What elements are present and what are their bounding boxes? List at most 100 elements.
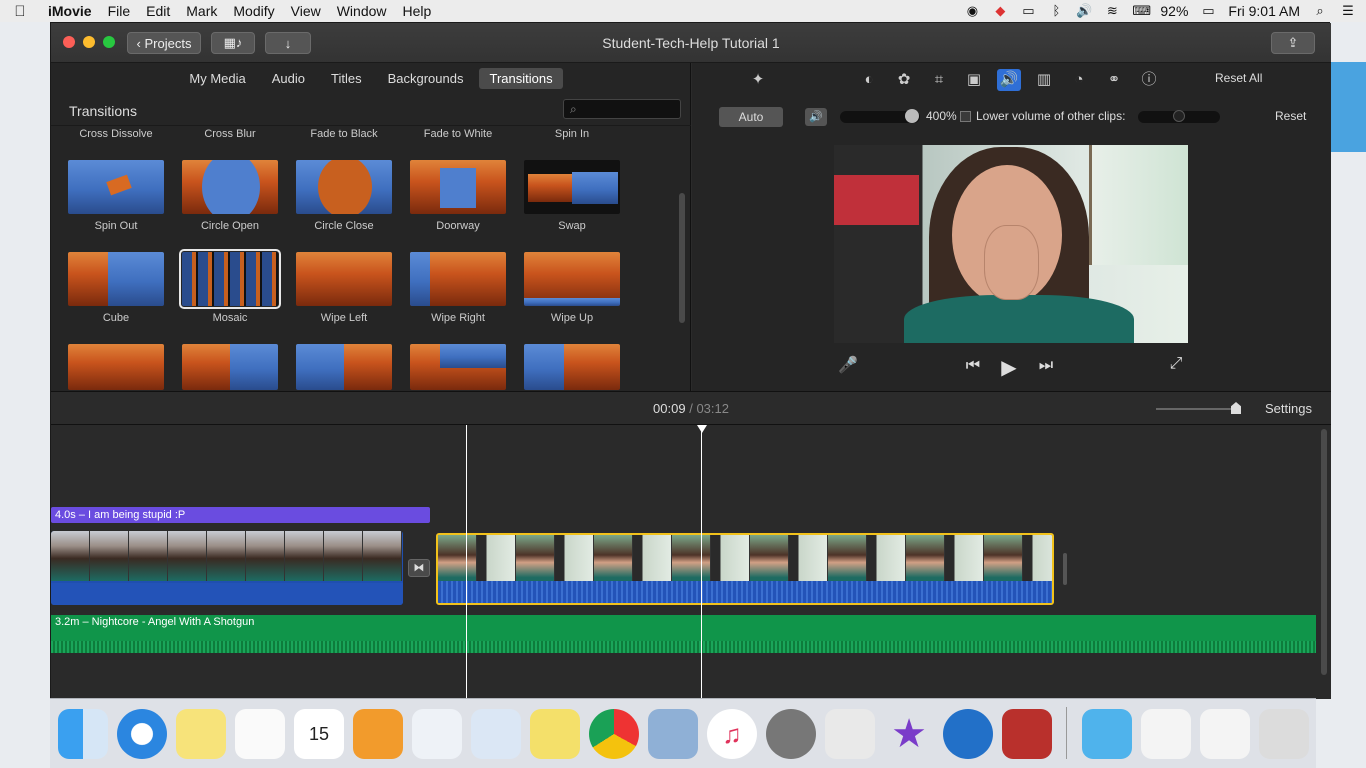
- transition-thumb-wipe-left[interactable]: [296, 252, 392, 306]
- color-palette-icon[interactable]: ✿: [892, 69, 916, 91]
- record-icon[interactable]: ◉: [964, 4, 980, 18]
- tab-audio[interactable]: Audio: [262, 68, 315, 89]
- calendar-icon[interactable]: 15: [294, 709, 344, 759]
- playhead-marker[interactable]: [697, 425, 707, 433]
- playhead[interactable]: [701, 425, 702, 699]
- speed-icon[interactable]: ◔: [1067, 69, 1091, 91]
- volume-tool-icon[interactable]: 🔊: [997, 69, 1021, 91]
- applications-folder-icon[interactable]: [1082, 709, 1132, 759]
- projects-button[interactable]: ‹ Projects: [127, 32, 201, 54]
- stickies-icon[interactable]: [530, 709, 580, 759]
- stabilization-icon[interactable]: ▣: [962, 69, 986, 91]
- minimize-window-button[interactable]: [83, 36, 95, 48]
- video-clip[interactable]: [51, 531, 403, 605]
- fullscreen-window-button[interactable]: [103, 36, 115, 48]
- tab-titles[interactable]: Titles: [321, 68, 372, 89]
- filter-icon[interactable]: ⚭: [1102, 69, 1126, 91]
- spotlight-icon[interactable]: ⌕: [1312, 4, 1328, 18]
- safari-icon[interactable]: [117, 709, 167, 759]
- menu-edit[interactable]: Edit: [138, 3, 178, 19]
- blank-document-icon[interactable]: [1200, 709, 1250, 759]
- selected-video-clip[interactable]: [436, 533, 1054, 605]
- video-preview[interactable]: [834, 145, 1188, 343]
- system-preferences-icon[interactable]: [766, 709, 816, 759]
- preview-app-icon[interactable]: [648, 709, 698, 759]
- info-icon[interactable]: ⓘ: [1137, 69, 1161, 91]
- apple-menu-icon[interactable]: : [0, 3, 40, 20]
- notes-icon[interactable]: [176, 709, 226, 759]
- timeline-scrollbar[interactable]: [1321, 429, 1327, 675]
- trash-icon[interactable]: [1259, 709, 1309, 759]
- import-button[interactable]: ↓: [265, 32, 311, 54]
- menu-mark[interactable]: Mark: [178, 3, 225, 19]
- photo-booth-icon[interactable]: [1002, 709, 1052, 759]
- color-balance-icon[interactable]: ◐: [857, 69, 881, 91]
- timeline[interactable]: 4.0s – I am being stupid :P ⧓ 3.2m – Nig…: [51, 425, 1331, 699]
- skip-forward-icon[interactable]: ⏭: [1037, 357, 1055, 375]
- battery-icon[interactable]: ▭: [1200, 4, 1216, 18]
- fullscreen-icon[interactable]: ⤢: [1166, 355, 1186, 373]
- transition-thumb[interactable]: [68, 344, 164, 390]
- keyboard-icon[interactable]: ⌨: [1132, 4, 1151, 18]
- pages-icon[interactable]: [353, 709, 403, 759]
- reset-button[interactable]: Reset: [1275, 109, 1306, 123]
- printer-icon[interactable]: [825, 709, 875, 759]
- volume-icon[interactable]: 🔊: [1076, 4, 1092, 18]
- play-icon[interactable]: ▶: [998, 355, 1020, 380]
- microphone-icon[interactable]: 🎤: [838, 355, 858, 375]
- notification-center-icon[interactable]: ☰: [1340, 4, 1356, 18]
- library-toggle-button[interactable]: ▦♪: [211, 32, 255, 54]
- equalizer-icon[interactable]: ▥: [1032, 69, 1056, 91]
- transition-thumb-cube[interactable]: [68, 252, 164, 306]
- lower-volume-checkbox[interactable]: [960, 111, 971, 122]
- transition-thumb-circle-close[interactable]: [296, 160, 392, 214]
- transition-thumb-circle-open[interactable]: [182, 160, 278, 214]
- skip-back-icon[interactable]: ⏮: [964, 357, 982, 375]
- volume-slider-knob[interactable]: [905, 109, 919, 123]
- itunes-icon[interactable]: ♫: [707, 709, 757, 759]
- tab-backgrounds[interactable]: Backgrounds: [378, 68, 474, 89]
- keynote-icon[interactable]: [471, 709, 521, 759]
- transition-marker-icon[interactable]: ⧓: [408, 559, 430, 577]
- close-window-button[interactable]: [63, 36, 75, 48]
- imovie-icon[interactable]: ★: [884, 709, 934, 759]
- crop-icon[interactable]: ⌗: [927, 69, 951, 91]
- transition-thumb-doorway[interactable]: [410, 160, 506, 214]
- search-input[interactable]: ⌕: [563, 99, 681, 119]
- zoom-slider[interactable]: [1156, 408, 1236, 410]
- magic-wand-icon[interactable]: ✦: [746, 69, 770, 91]
- airplay-icon[interactable]: ▭: [1020, 4, 1036, 18]
- menu-file[interactable]: File: [100, 3, 139, 19]
- transition-thumb-wipe-up[interactable]: [524, 252, 620, 306]
- browser-scrollbar[interactable]: [679, 193, 685, 323]
- lower-volume-knob[interactable]: [1173, 110, 1185, 122]
- transition-thumb-swap[interactable]: [524, 160, 620, 214]
- app-menu[interactable]: iMovie: [40, 3, 100, 19]
- transition-thumb[interactable]: [524, 344, 620, 390]
- transition-thumb-mosaic[interactable]: [179, 249, 281, 309]
- menu-modify[interactable]: Modify: [225, 3, 282, 19]
- wifi-icon[interactable]: ≋: [1104, 4, 1120, 18]
- transition-thumb-wipe-right[interactable]: [410, 252, 506, 306]
- reminders-icon[interactable]: [235, 709, 285, 759]
- chrome-icon[interactable]: [589, 709, 639, 759]
- transition-thumb-spin-out[interactable]: [68, 160, 164, 214]
- transition-thumb[interactable]: [410, 344, 506, 390]
- auto-button[interactable]: Auto: [719, 107, 783, 127]
- document-icon[interactable]: [1141, 709, 1191, 759]
- finder-icon[interactable]: [58, 709, 108, 759]
- gem-icon[interactable]: ◆: [992, 4, 1008, 18]
- quicktime-icon[interactable]: [943, 709, 993, 759]
- reset-all-button[interactable]: Reset All: [1215, 71, 1262, 85]
- tab-my-media[interactable]: My Media: [179, 68, 255, 89]
- mute-button[interactable]: 🔊: [805, 108, 827, 126]
- transition-thumb[interactable]: [182, 344, 278, 390]
- tab-transitions[interactable]: Transitions: [479, 67, 563, 89]
- numbers-icon[interactable]: [412, 709, 462, 759]
- bluetooth-icon[interactable]: ᛒ: [1048, 4, 1064, 18]
- timeline-settings-button[interactable]: Settings: [1265, 392, 1312, 426]
- music-track[interactable]: 3.2m – Nightcore - Angel With A Shotgun: [51, 615, 1316, 653]
- clock[interactable]: Fri 9:01 AM: [1228, 3, 1300, 19]
- menu-view[interactable]: View: [283, 3, 329, 19]
- transition-thumb[interactable]: [296, 344, 392, 390]
